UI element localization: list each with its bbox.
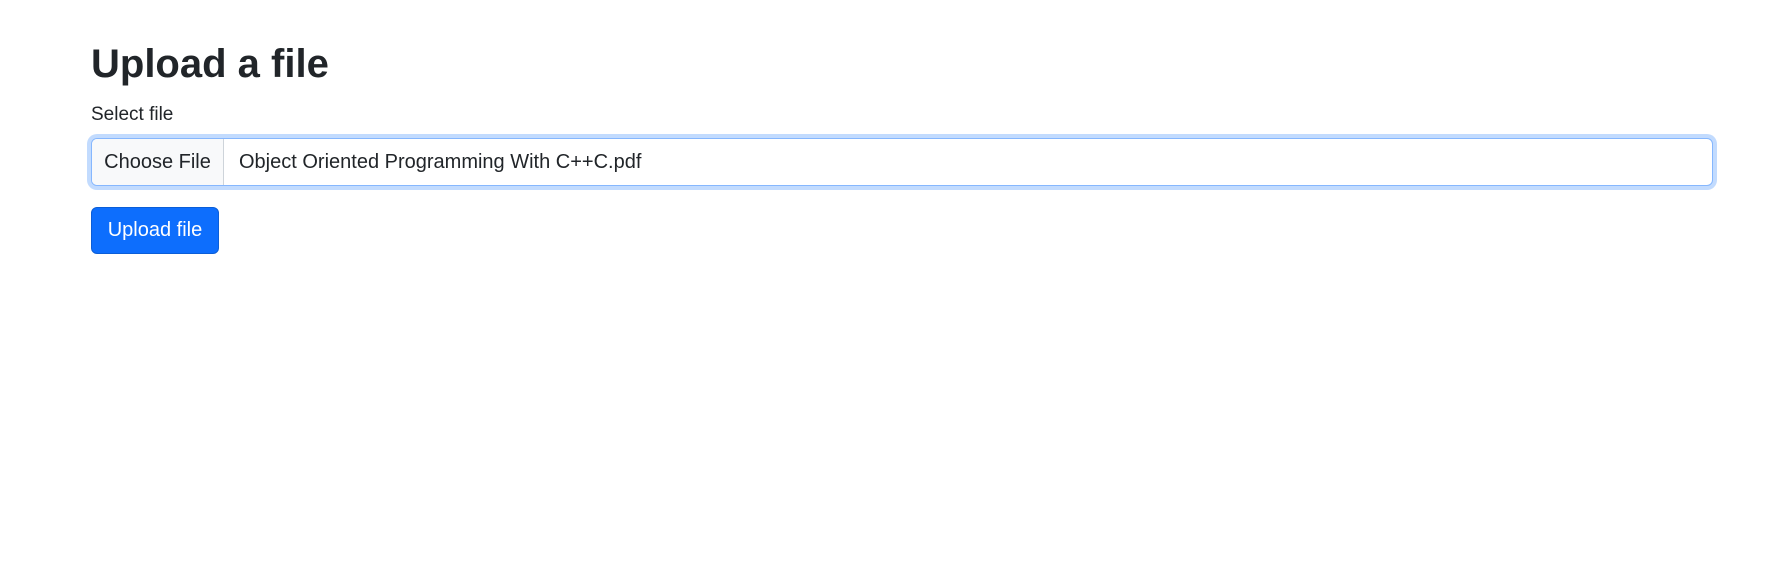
selected-file-name: Object Oriented Programming With C++C.pd… bbox=[239, 150, 642, 173]
page-title: Upload a file bbox=[91, 42, 329, 86]
upload-file-button[interactable]: Upload file bbox=[91, 207, 219, 254]
select-file-label: Select file bbox=[91, 104, 174, 125]
choose-file-button[interactable]: Choose File bbox=[92, 139, 224, 185]
file-input[interactable]: Choose File Object Oriented Programming … bbox=[91, 138, 1713, 186]
